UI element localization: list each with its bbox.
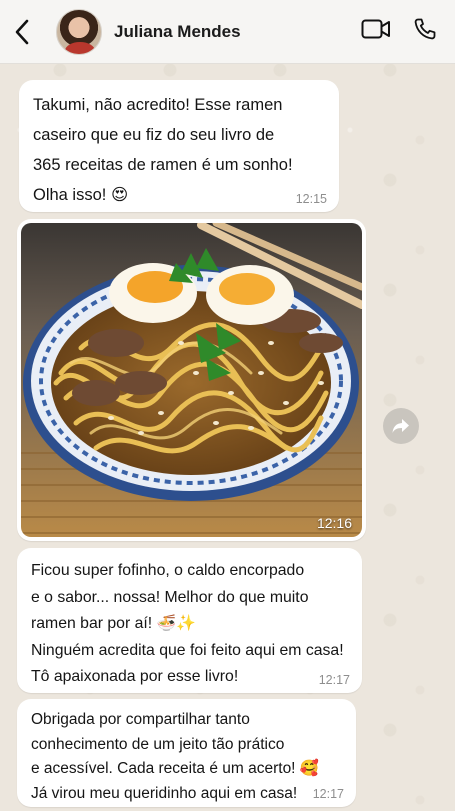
ramen-photo-illustration: [21, 223, 362, 537]
message-time: 12:15: [295, 192, 327, 206]
message-text: Ficou super fofinho, o caldo encorpado e…: [31, 562, 344, 685]
back-button[interactable]: [0, 0, 44, 64]
phone-call-icon: [414, 18, 436, 40]
chat-header: Juliana Mendes: [0, 0, 455, 64]
chevron-left-icon: [15, 19, 29, 44]
message-bubble[interactable]: Ficou super fofinho, o caldo encorpado e…: [17, 548, 362, 693]
ramen-bowl-photo[interactable]: 12:16: [21, 223, 362, 537]
message-bubble[interactable]: Takumi, não acredito! Esse ramen caseiro…: [19, 80, 339, 212]
video-call-button[interactable]: [361, 18, 391, 45]
avatar[interactable]: [56, 8, 102, 55]
message-text: Takumi, não acredito! Esse ramen caseiro…: [33, 96, 293, 204]
message-text: Obrigada por compartilhar tanto conhecim…: [31, 711, 320, 802]
forward-button[interactable]: [383, 408, 419, 444]
photo-time: 12:16: [316, 515, 352, 531]
forward-arrow-icon: [392, 419, 409, 433]
message-bubble[interactable]: Obrigada por compartilhar tanto conhecim…: [17, 699, 356, 807]
image-message-bubble[interactable]: 12:16: [17, 219, 366, 541]
phone-call-button[interactable]: [413, 17, 437, 46]
message-time: 12:17: [312, 787, 344, 801]
video-call-icon: [361, 19, 390, 39]
message-time: 12:17: [318, 673, 350, 687]
contact-name[interactable]: Juliana Mendes: [114, 22, 241, 42]
